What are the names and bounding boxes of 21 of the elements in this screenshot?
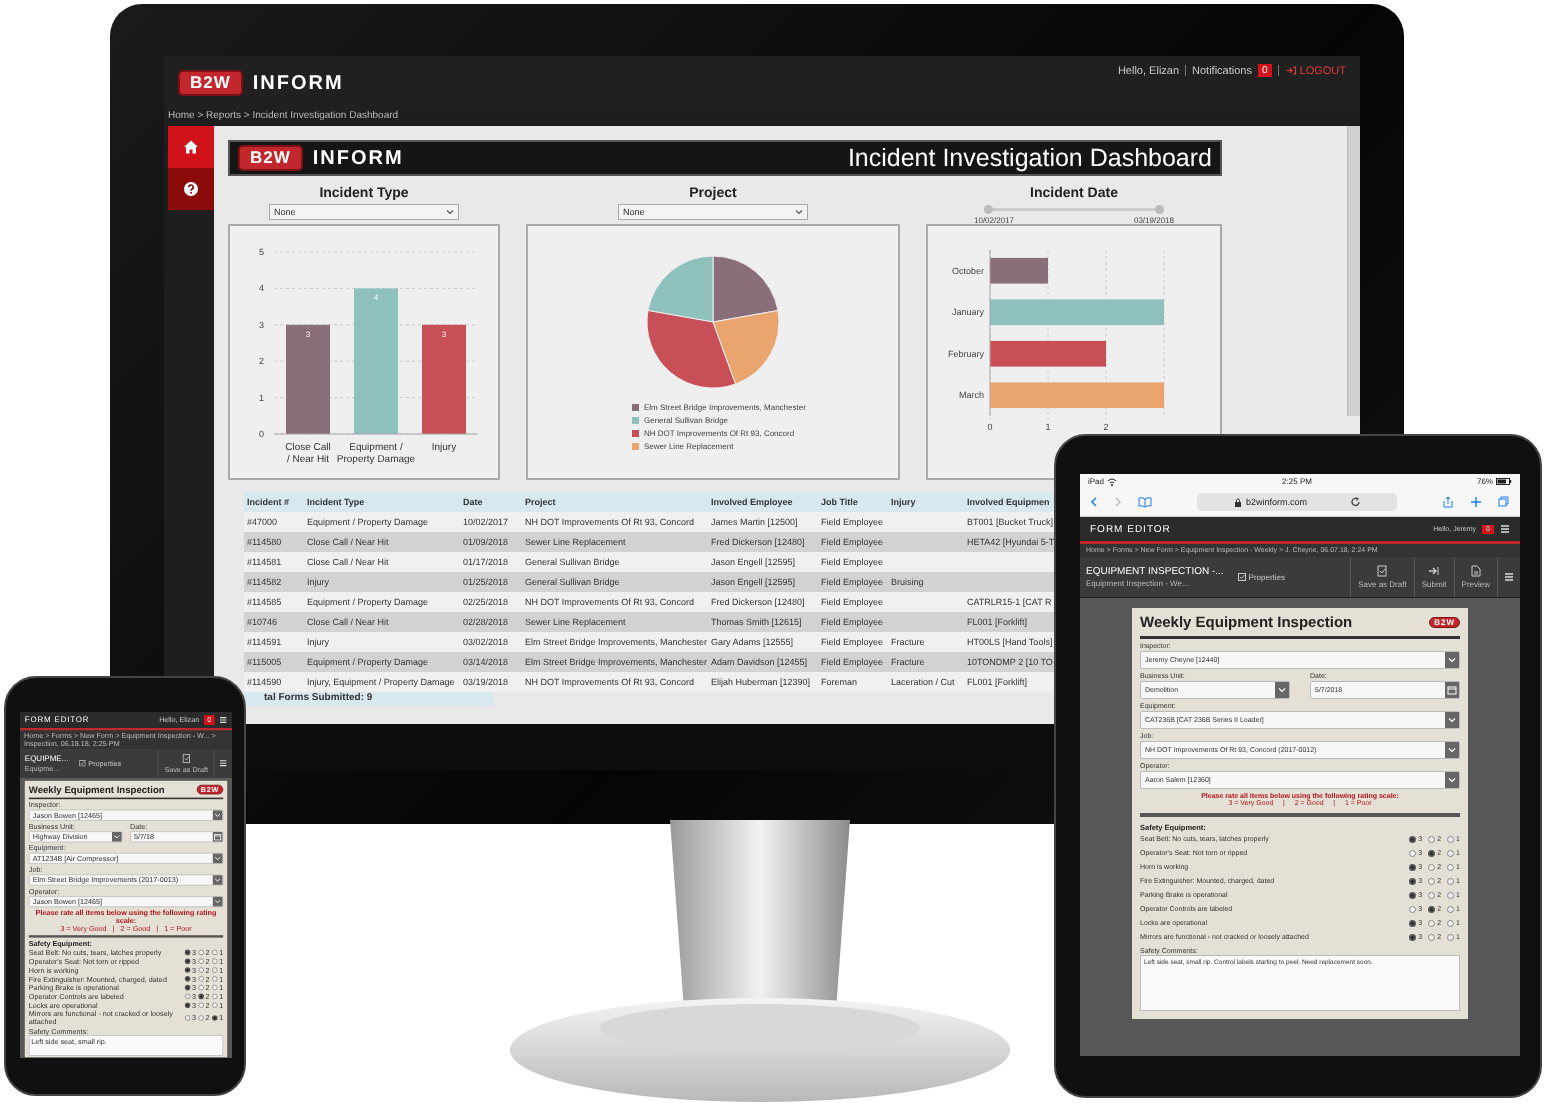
slider-handle[interactable] <box>1155 205 1164 214</box>
brand-name: INFORM <box>252 71 344 95</box>
help-icon <box>183 181 199 197</box>
menu-button[interactable] <box>213 749 232 777</box>
range-slider[interactable] <box>984 205 1164 214</box>
help-button[interactable] <box>168 168 214 210</box>
logo: B2W <box>238 145 303 171</box>
menu-icon <box>1504 572 1514 582</box>
arrow-icon <box>1428 565 1441 577</box>
scrollbar[interactable] <box>1347 126 1360 416</box>
battery-icon <box>1496 477 1512 485</box>
logo: B2W <box>178 70 243 96</box>
back-icon[interactable] <box>1090 496 1098 508</box>
home-button[interactable] <box>168 126 214 168</box>
lock-icon <box>1234 497 1242 507</box>
slider-handle[interactable] <box>984 205 993 214</box>
dashboard-title: Incident Investigation Dashboard <box>847 143 1212 173</box>
menu-icon[interactable] <box>1500 524 1510 534</box>
brand-name: INFORM <box>312 146 404 170</box>
home-icon <box>183 139 199 155</box>
plus-icon[interactable] <box>1470 496 1482 508</box>
